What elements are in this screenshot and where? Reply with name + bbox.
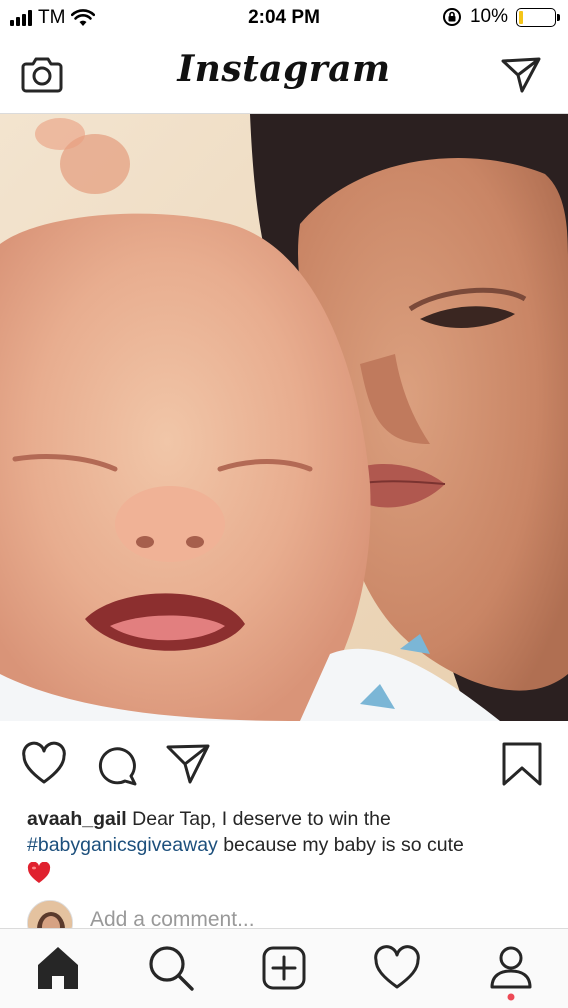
status-bar: TM 2:04 PM 10% — [0, 0, 568, 38]
orientation-lock-icon — [442, 8, 461, 26]
status-right: 10% — [442, 6, 560, 28]
post-actions — [0, 724, 568, 794]
instagram-logo[interactable]: Instagram — [0, 48, 568, 90]
direct-message-icon[interactable] — [500, 54, 542, 96]
battery-percent: 10% — [469, 6, 508, 27]
share-icon[interactable] — [164, 740, 212, 788]
search-icon[interactable] — [146, 943, 196, 993]
like-icon[interactable] — [20, 740, 68, 788]
profile-icon[interactable] — [486, 943, 536, 993]
post-photo[interactable] — [0, 114, 568, 721]
new-post-icon[interactable] — [259, 943, 309, 993]
tab-bar — [0, 928, 568, 1008]
caption-text: Dear Tap, I deserve to win the — [126, 808, 391, 830]
caption-username[interactable]: avaah_gail — [27, 808, 127, 830]
red-heart-emoji — [27, 862, 51, 883]
app-header: Instagram — [0, 38, 568, 114]
post-caption: avaah_gail Dear Tap, I deserve to win th… — [27, 806, 547, 887]
home-icon[interactable] — [33, 943, 83, 993]
battery-icon — [516, 7, 560, 27]
caption-text-end: because my baby is so cute — [217, 834, 464, 856]
activity-icon[interactable] — [372, 943, 422, 993]
save-icon[interactable] — [498, 740, 546, 788]
add-comment-row[interactable]: Add a comment... — [27, 898, 547, 932]
comment-icon[interactable] — [94, 740, 142, 788]
notification-dot — [507, 993, 515, 1001]
caption-hashtag[interactable]: #babyganicsgiveaway — [27, 834, 218, 856]
